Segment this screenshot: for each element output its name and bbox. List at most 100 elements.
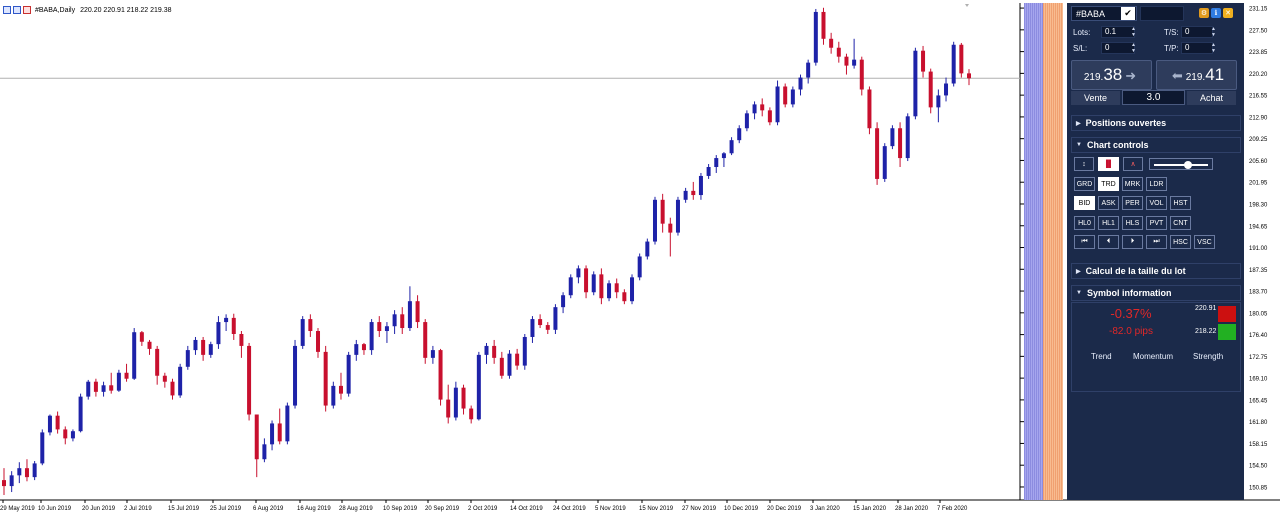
tp-stepper[interactable]: ▲ ▼ [1210,42,1217,54]
sell-price-prefix: 219. [1083,72,1104,83]
candle-body [132,332,137,379]
stepper-down-icon[interactable]: ▼ [1210,32,1217,38]
chevron-down-icon: ▼ [1076,142,1082,148]
candle-body [706,167,711,176]
quantity-input[interactable]: 3.0 [1122,90,1185,105]
chart-window-icons [3,6,31,14]
candle-body [101,385,106,392]
candle-body [760,104,765,111]
candle-body [423,322,428,358]
chart-ohlc: 220.20 220.91 218.22 219.38 [80,6,172,14]
bars-chart-icon[interactable]: ↕ [1074,157,1094,171]
y-tick-label: 198.30 [1249,202,1268,208]
y-tick-label: 227.50 [1249,28,1268,34]
x-tick-label: 16 Aug 2019 [297,506,331,512]
chart-control-mrk-button[interactable]: MRK [1122,177,1143,191]
info-icon[interactable]: ℹ [1211,8,1221,18]
candle-body [40,432,45,464]
candle-body [293,345,298,406]
y-tick-label: 187.35 [1249,268,1268,274]
symbol-search-field[interactable] [1140,6,1184,21]
buy-price-button[interactable]: ⬅ 219. 41 [1156,60,1237,90]
candle-body [262,444,267,460]
slider-knob[interactable] [1183,161,1192,169]
candle-body [247,345,252,415]
candle-body [147,341,152,349]
skip-first-icon[interactable]: ⏮ [1074,235,1095,249]
chart-control-per-button[interactable]: PER [1122,196,1143,210]
chart-control-hst-button[interactable]: HST [1170,196,1191,210]
x-tick-label: 15 Nov 2019 [639,506,674,512]
candle-body [185,350,190,367]
chart-control-hl1-button[interactable]: HL1 [1098,216,1119,230]
zoom-slider[interactable] [1149,158,1213,170]
candles-chart-icon[interactable]: ▐▌ [1098,157,1119,171]
chart-control-grd-button[interactable]: GRD [1074,177,1095,191]
close-icon[interactable]: ✕ [1223,8,1233,18]
chevron-down-icon[interactable]: ✔ [1121,7,1135,20]
step-back-icon[interactable]: ⏴ [1098,235,1119,249]
x-tick-label: 10 Dec 2019 [724,506,759,512]
candle-body [652,199,657,242]
sl-stepper[interactable]: ▲ ▼ [1130,42,1137,54]
ts-stepper[interactable]: ▲ ▼ [1210,26,1217,38]
chart-control-ldr-button[interactable]: LDR [1146,177,1167,191]
section-chart-controls[interactable]: ▼ Chart controls [1071,137,1241,153]
chart-control-trd-button[interactable]: TRD [1098,177,1119,191]
candle-body [515,353,520,366]
slider-track [1154,164,1208,166]
trade-panel: #BABA ✔ ⚙ ℹ ✕ Lots: 0.1 ▲ ▼ T/S: 0 ▲ ▼ S/L… [1067,3,1244,500]
candle-body [162,375,167,382]
candle-body [561,295,566,308]
section-lot-size[interactable]: ▶ Calcul de la taille du lot [1071,263,1241,279]
candle-body [936,95,941,108]
candle-body [430,350,435,358]
section-open-positions[interactable]: ▶ Positions ouvertes [1071,115,1241,131]
stepper-down-icon[interactable]: ▼ [1130,48,1137,54]
settings-icon[interactable]: ⚙ [1199,8,1209,18]
sell-label[interactable]: Vente [1071,91,1120,105]
day-low-value: 218.22 [1195,328,1217,335]
tp-input[interactable]: 0 [1181,42,1213,54]
chart-control-vsc-button[interactable]: VSC [1194,235,1215,249]
candle-body [614,283,619,293]
chart-control-cnt-button[interactable]: CNT [1170,216,1191,230]
skip-last-icon[interactable]: ⏭ [1146,235,1167,249]
x-tick-label: 20 Jun 2019 [82,506,116,512]
candle-body [928,71,933,108]
stepper-down-icon[interactable]: ▼ [1130,32,1137,38]
chart-control-bid-button[interactable]: BID [1074,196,1095,210]
chart-control-ask-button[interactable]: ASK [1098,196,1119,210]
y-tick-label: 158.15 [1249,442,1268,448]
buy-price-pips: 41 [1205,65,1225,84]
arrow-right-icon: ➜ [1125,68,1137,83]
chart-control-hls-button[interactable]: HLS [1122,216,1143,230]
chart-control-hl0-button[interactable]: HL0 [1074,216,1095,230]
sell-price-pips: 38 [1103,65,1123,84]
lots-stepper[interactable]: ▲ ▼ [1130,26,1137,38]
window-icon [13,6,21,14]
candle-body [124,372,129,379]
y-tick-label: 205.60 [1249,159,1268,165]
ts-input[interactable]: 0 [1181,26,1213,38]
chart-control-hsc-button[interactable]: HSC [1170,235,1191,249]
candle-body [323,351,328,406]
lots-label: Lots: [1073,28,1091,37]
candle-body [361,344,366,351]
candle-body [461,387,466,409]
sell-price-button[interactable]: 219. 38 ➜ [1071,60,1152,90]
candle-body [905,116,910,159]
candle-body [338,385,343,394]
buy-label[interactable]: Achat [1187,91,1236,105]
candle-body [538,319,543,326]
line-chart-icon[interactable]: ∧ [1123,157,1143,171]
stepper-down-icon[interactable]: ▼ [1210,48,1217,54]
chevron-right-icon: ▶ [1076,120,1081,127]
candle-body [890,128,895,147]
chart-control-pvt-button[interactable]: PVT [1146,216,1167,230]
x-tick-label: 20 Sep 2019 [425,506,460,512]
momentum-label: Momentum [1133,352,1174,361]
section-symbol-information[interactable]: ▼ Symbol information [1071,285,1241,301]
step-forward-icon[interactable]: ⏵ [1122,235,1143,249]
chart-control-vol-button[interactable]: VOL [1146,196,1167,210]
